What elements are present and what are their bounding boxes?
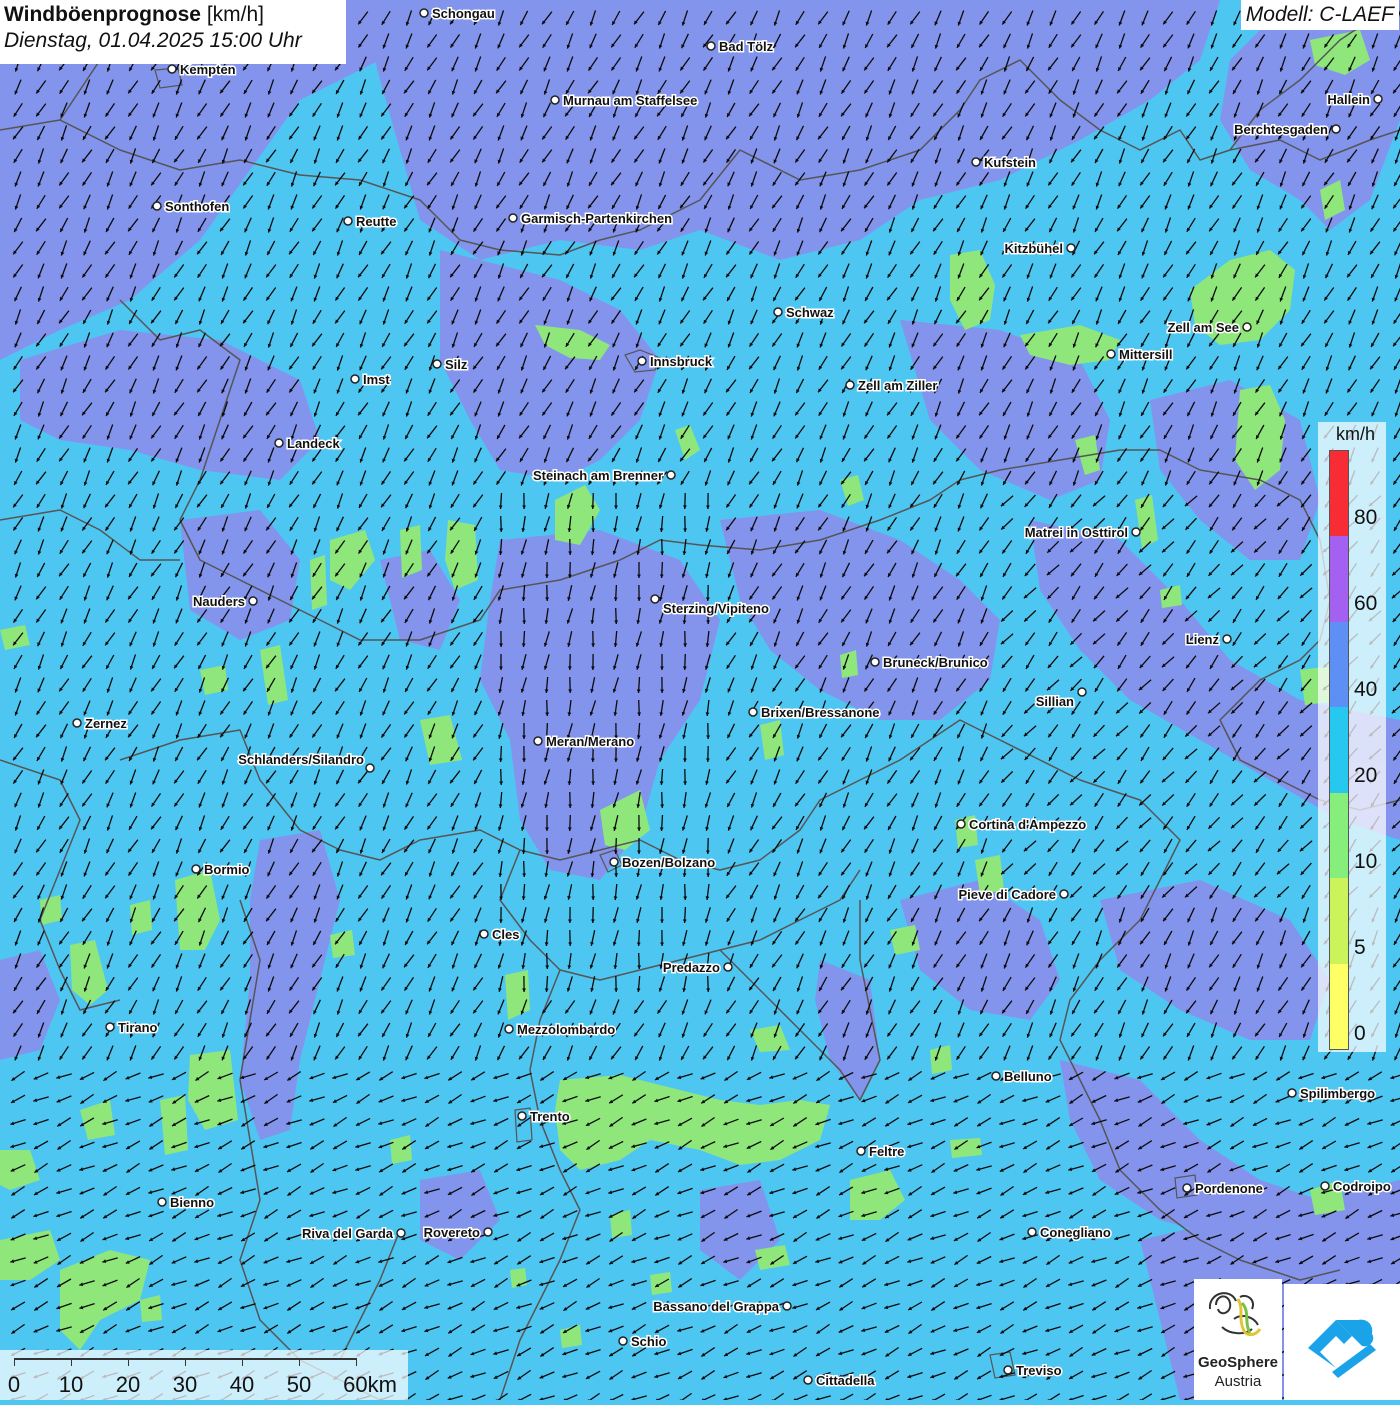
- wind-gust-map[interactable]: SchongauBad TölzKemptenMurnau am Staffel…: [0, 0, 1400, 1400]
